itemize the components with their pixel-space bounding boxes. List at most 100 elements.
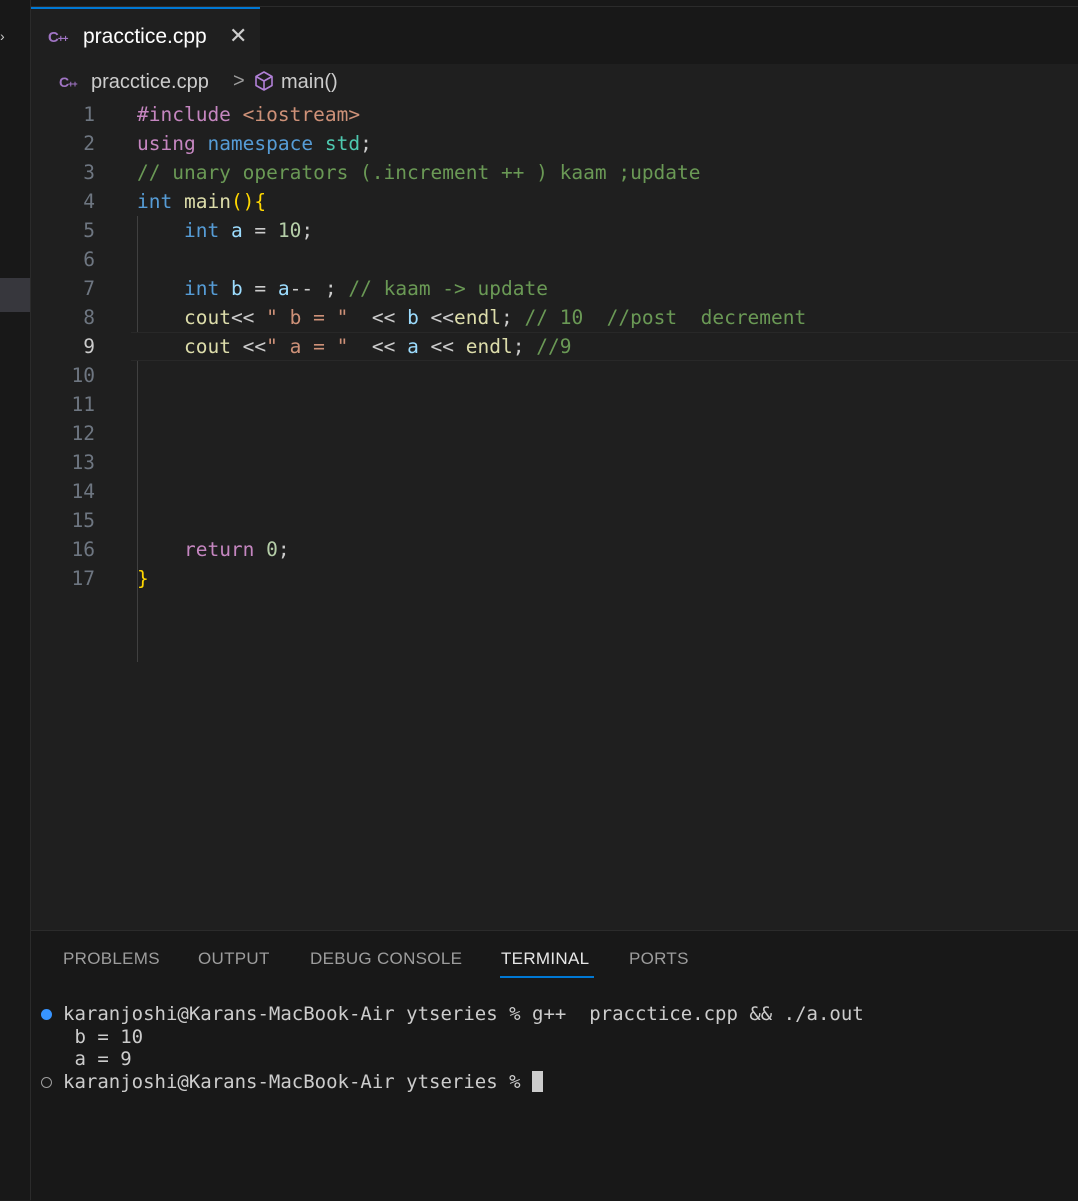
terminal-prompt: karanjoshi@Karans-MacBook-Air ytseries % bbox=[63, 1071, 532, 1093]
code-line[interactable]: 3 // unary operators (.increment ++ ) kaa… bbox=[31, 158, 1078, 187]
code-token: << bbox=[418, 306, 455, 329]
code-token: endl bbox=[465, 335, 513, 358]
code-text: return 0; bbox=[137, 535, 290, 564]
code-token: std bbox=[324, 132, 361, 155]
code-token: ; bbox=[501, 306, 525, 329]
side-bar-edge: › bbox=[0, 0, 31, 1200]
code-line[interactable]: 11 bbox=[31, 390, 1078, 419]
code-token: " a = " bbox=[266, 335, 349, 358]
code-line[interactable]: 13 bbox=[31, 448, 1078, 477]
code-token: -- ; bbox=[289, 277, 349, 300]
code-text: int a = 10; bbox=[137, 216, 313, 245]
code-token: = bbox=[242, 277, 278, 300]
command-success-dot-icon[interactable] bbox=[41, 1009, 52, 1020]
terminal-output-line: a = 9 bbox=[63, 1048, 132, 1070]
code-line[interactable]: 14 bbox=[31, 477, 1078, 506]
cpp-file-icon: C++ bbox=[59, 74, 78, 90]
code-text: #include <iostream> bbox=[137, 100, 360, 129]
code-text: cout<< " b = " << b <<endl; // 10 //post… bbox=[137, 303, 806, 332]
terminal-command-line: karanjoshi@Karans-MacBook-Air ytseries %… bbox=[63, 1003, 864, 1025]
code-text: cout <<" a = " << a << endl; //9 bbox=[137, 332, 572, 361]
terminal-prompt-line: karanjoshi@Karans-MacBook-Air ytseries % bbox=[63, 1071, 543, 1093]
code-line[interactable]: 4 int main(){ bbox=[31, 187, 1078, 216]
code-text: int main(){ bbox=[137, 187, 266, 216]
tab-label: pracctice.cpp bbox=[83, 25, 207, 48]
line-number: 3 bbox=[83, 161, 95, 184]
code-token: return bbox=[183, 538, 267, 561]
explorer-active-item[interactable] bbox=[0, 278, 30, 312]
code-line[interactable]: 9 cout <<" a = " << a << endl; //9 bbox=[31, 332, 1078, 361]
line-number: 5 bbox=[83, 219, 95, 242]
code-token: // kaam -> update bbox=[348, 277, 548, 300]
code-token: #include bbox=[137, 103, 243, 126]
code-line[interactable]: 15 bbox=[31, 506, 1078, 535]
code-line[interactable]: 6 bbox=[31, 245, 1078, 274]
code-token: 10 bbox=[277, 219, 302, 242]
code-token: << bbox=[230, 335, 267, 358]
code-token: cout bbox=[183, 306, 231, 329]
line-number: 10 bbox=[71, 364, 95, 387]
tab-pracctice-cpp[interactable]: C++ pracctice.cpp ✕ bbox=[31, 7, 260, 64]
breadcrumb-symbol[interactable]: main() bbox=[281, 71, 338, 94]
code-line[interactable]: 10 bbox=[31, 361, 1078, 390]
code-token: main bbox=[183, 190, 231, 213]
close-icon[interactable]: ✕ bbox=[229, 23, 247, 49]
code-line[interactable]: 7 int b = a-- ; // kaam -> update bbox=[31, 274, 1078, 303]
code-line[interactable]: 16 return 0; bbox=[31, 535, 1078, 564]
panel-tab-debug-console[interactable]: DEBUG CONSOLE bbox=[310, 949, 462, 969]
editor-tab-bar: C++ pracctice.cpp ✕ bbox=[31, 0, 1078, 64]
terminal-cursor bbox=[532, 1071, 543, 1092]
code-text: int b = a-- ; // kaam -> update bbox=[137, 274, 548, 303]
code-line[interactable]: 5 int a = 10; bbox=[31, 216, 1078, 245]
terminal-prompt: karanjoshi@Karans-MacBook-Air ytseries % bbox=[63, 1003, 532, 1025]
line-number: 16 bbox=[71, 538, 95, 561]
code-token: << bbox=[418, 335, 466, 358]
code-token: int bbox=[137, 190, 184, 213]
code-token: << bbox=[348, 335, 408, 358]
code-token: //9 bbox=[536, 335, 572, 358]
code-token: ; bbox=[512, 335, 537, 358]
code-token: endl bbox=[454, 306, 502, 329]
code-line[interactable]: 17} bbox=[31, 564, 1078, 593]
code-editor[interactable]: 1 #include <iostream> 2 using namespace std… bbox=[31, 100, 1078, 930]
code-token: 0 bbox=[266, 538, 278, 561]
code-token: cout bbox=[183, 335, 231, 358]
line-number: 1 bbox=[83, 103, 95, 126]
line-number: 17 bbox=[71, 567, 95, 590]
code-token: ; bbox=[360, 132, 372, 155]
terminal-command: g++ pracctice.cpp && ./a.out bbox=[532, 1003, 864, 1025]
panel-tab-problems[interactable]: PROBLEMS bbox=[63, 949, 160, 969]
panel-tab-ports[interactable]: PORTS bbox=[629, 949, 689, 969]
line-number: 4 bbox=[83, 190, 95, 213]
breadcrumb-file[interactable]: pracctice.cpp bbox=[91, 71, 209, 94]
code-token: using bbox=[137, 132, 208, 155]
panel-tab-output[interactable]: OUTPUT bbox=[198, 949, 270, 969]
code-token: << bbox=[230, 306, 267, 329]
code-token: <iostream> bbox=[242, 103, 361, 126]
line-number: 8 bbox=[83, 306, 95, 329]
code-token: int bbox=[183, 219, 231, 242]
line-number: 6 bbox=[83, 248, 95, 271]
code-token: b bbox=[230, 277, 243, 300]
code-token: namespace bbox=[207, 132, 325, 155]
code-line[interactable]: 12 bbox=[31, 419, 1078, 448]
panel-tab-terminal[interactable]: TERMINAL bbox=[501, 949, 589, 969]
code-token: } bbox=[137, 567, 149, 590]
code-line[interactable]: 1 #include <iostream> bbox=[31, 100, 1078, 129]
chevron-right-icon[interactable]: › bbox=[0, 28, 8, 48]
line-number: 11 bbox=[71, 393, 95, 416]
code-line[interactable]: 2 using namespace std; bbox=[31, 129, 1078, 158]
code-token: int bbox=[183, 277, 231, 300]
code-token: ; bbox=[301, 219, 314, 242]
line-number: 12 bbox=[71, 422, 95, 445]
line-number: 7 bbox=[83, 277, 95, 300]
cube-icon bbox=[255, 71, 273, 91]
active-tab-indicator bbox=[500, 976, 594, 978]
line-number: 2 bbox=[83, 132, 95, 155]
code-line[interactable]: 8 cout<< " b = " << b <<endl; // 10 //po… bbox=[31, 303, 1078, 332]
command-pending-dot-icon[interactable] bbox=[41, 1077, 52, 1088]
